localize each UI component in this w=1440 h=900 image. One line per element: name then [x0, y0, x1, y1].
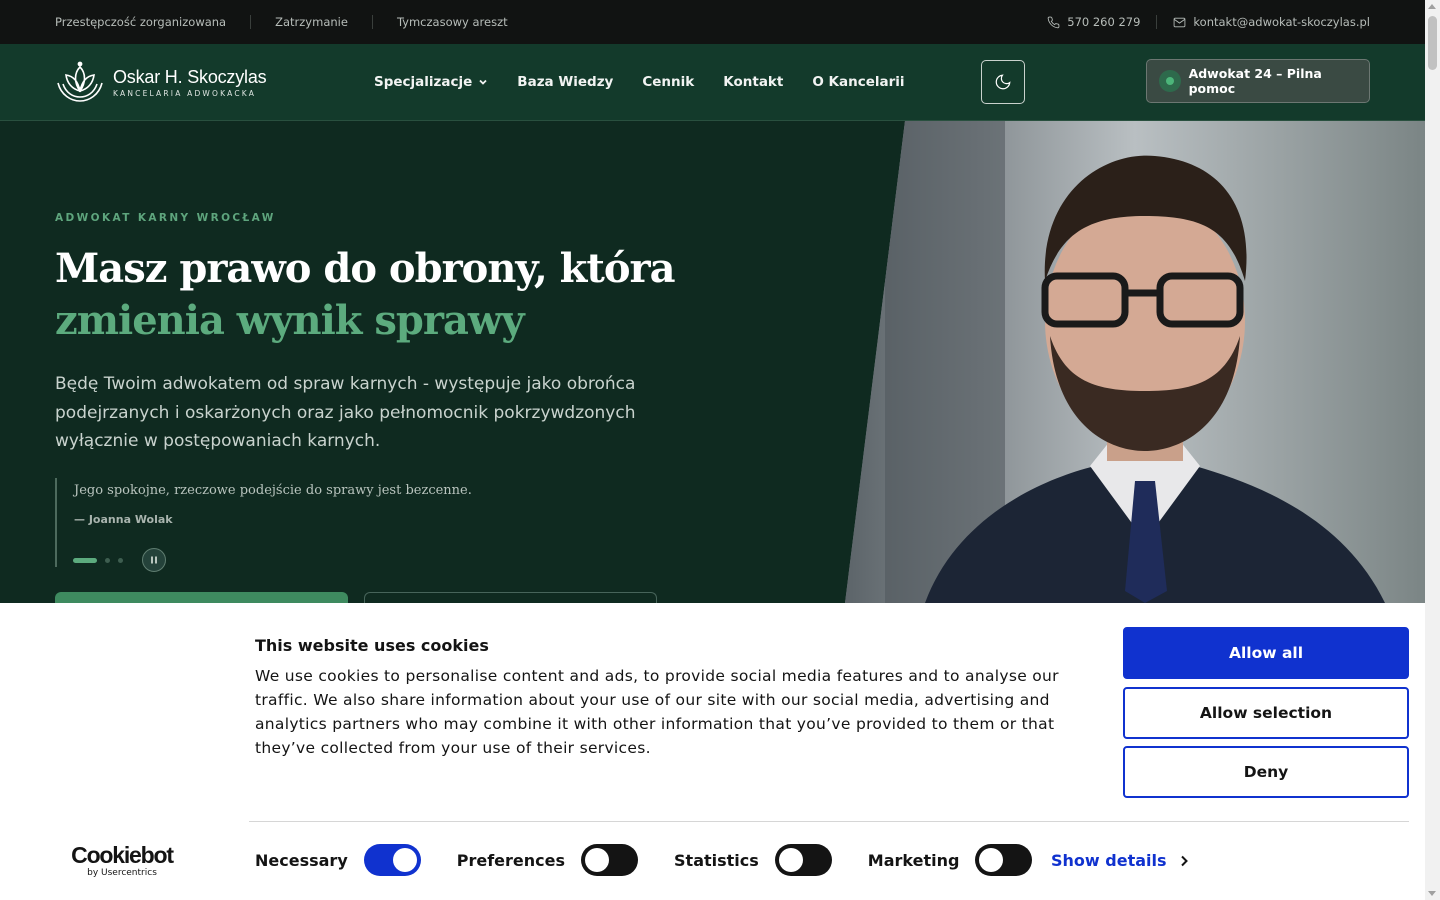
toggle-marketing-switch[interactable]	[975, 844, 1033, 876]
hero-headline: Masz prawo do obrony, która zmienia wyni…	[55, 243, 715, 347]
show-details-link[interactable]: Show details	[1051, 851, 1189, 870]
status-dot-icon	[1159, 70, 1181, 92]
carousel-dot[interactable]	[118, 557, 123, 563]
headline-main: Masz prawo do obrony, która	[55, 245, 676, 292]
cookiebot-brand: Cookiebot	[71, 842, 174, 868]
testimonial-author: — Joanna Wolak	[74, 513, 173, 526]
toggle-necessary: Necessary	[255, 844, 421, 876]
cookie-consent-banner: This website uses cookies We use cookies…	[0, 603, 1425, 900]
nav-cennik[interactable]: Cennik	[642, 74, 694, 90]
chevron-down-icon	[479, 79, 487, 85]
nav-kontakt[interactable]: Kontakt	[723, 74, 783, 90]
topbar-phone[interactable]: 570 260 279	[1047, 15, 1158, 29]
logo-text: Oskar H. Skoczylas KANCELARIA ADWOKACKA	[113, 66, 267, 98]
allow-all-button[interactable]: Allow all	[1123, 627, 1409, 679]
logo-name: Oskar H. Skoczylas	[113, 66, 267, 87]
hero-secondary-cta-button[interactable]	[364, 592, 657, 603]
site-logo[interactable]: Oskar H. Skoczylas KANCELARIA ADWOKACKA	[55, 61, 267, 103]
cookie-divider	[249, 821, 1409, 822]
page-scrollbar[interactable]	[1425, 0, 1440, 900]
toggle-preferences-label: Preferences	[456, 850, 566, 870]
hero-lead: Będę Twoim adwokatem od spraw karnych - …	[55, 374, 636, 451]
toggle-marketing-label: Marketing	[867, 850, 960, 870]
nav-specjalizacje[interactable]: Specjalizacje	[374, 74, 488, 90]
topbar-phone-text: 570 260 279	[1067, 15, 1141, 29]
chevron-right-icon	[1180, 855, 1188, 866]
lawyer-portrait-image	[845, 121, 1425, 603]
cookie-category-toggles: Necessary Preferences Statistics Marketi…	[255, 844, 1068, 876]
hero-eyebrow: ADWOKAT KARNY WROCŁAW	[55, 212, 276, 224]
topbar-links: Przestępczość zorganizowana Zatrzymanie …	[55, 0, 532, 44]
cookie-title: This website uses cookies	[255, 636, 489, 655]
toggle-necessary-switch[interactable]	[363, 844, 421, 876]
scroll-down-arrow-icon[interactable]	[1428, 891, 1436, 896]
toggle-statistics-switch[interactable]	[774, 844, 832, 876]
topbar-link-temporary-arrest[interactable]: Tymczasowy areszt	[371, 15, 532, 29]
nav-baza-wiedzy[interactable]: Baza Wiedzy	[517, 74, 613, 90]
urgent-help-label: Adwokat 24 – Pilna pomoc	[1188, 66, 1322, 96]
topbar-link-detention[interactable]: Zatrzymanie	[250, 15, 372, 29]
toggle-statistics-label: Statistics	[674, 850, 759, 870]
topbar-email-text: kontakt@adwokat-skoczylas.pl	[1193, 15, 1370, 29]
topbar-contacts: 570 260 279 kontakt@adwokat-skoczylas.pl	[1047, 0, 1370, 44]
nav-specjalizacje-label: Specjalizacje	[374, 74, 473, 90]
toggle-preferences: Preferences	[456, 844, 639, 876]
scrollbar-thumb[interactable]	[1428, 16, 1437, 70]
toggle-statistics: Statistics	[674, 844, 832, 876]
mail-icon	[1174, 17, 1186, 27]
show-details-label: Show details	[1051, 851, 1167, 870]
toggle-preferences-switch[interactable]	[581, 844, 639, 876]
carousel-pause-button[interactable]	[142, 548, 166, 572]
cookiebot-brand-sub: by Usercentrics	[87, 868, 157, 878]
urgent-help-button[interactable]: Adwokat 24 – Pilna pomoc	[1146, 59, 1370, 103]
nav-o-kancelarii[interactable]: O Kancelarii	[812, 74, 904, 90]
theme-toggle-button[interactable]	[981, 60, 1025, 104]
moon-icon	[995, 74, 1011, 90]
toggle-marketing: Marketing	[868, 844, 1033, 876]
topbar-email[interactable]: kontakt@adwokat-skoczylas.pl	[1157, 15, 1370, 29]
portrait-illustration	[845, 121, 1425, 603]
hero-section: ADWOKAT KARNY WROCŁAW Masz prawo do obro…	[0, 121, 1425, 603]
deny-button[interactable]: Deny	[1123, 746, 1409, 798]
testimonial-text: Jego spokojne, rzeczowe podejście do spr…	[74, 483, 472, 498]
hero-primary-cta-button[interactable]	[55, 592, 348, 603]
pause-icon	[151, 556, 157, 564]
carousel-dot-active[interactable]	[73, 557, 97, 563]
logo-subtitle: KANCELARIA ADWOKACKA	[113, 88, 257, 98]
lotus-logo-icon	[57, 61, 103, 102]
topbar-link-organized-crime[interactable]: Przestępczość zorganizowana	[55, 15, 250, 29]
cookiebot-logo[interactable]: Cookiebot by Usercentrics	[70, 843, 174, 878]
phone-icon	[1047, 16, 1060, 28]
toggle-necessary-label: Necessary	[255, 850, 348, 870]
headline-accent: zmienia wynik sprawy	[55, 297, 525, 344]
allow-selection-button[interactable]: Allow selection	[1123, 687, 1409, 739]
top-bar: Przestępczość zorganizowana Zatrzymanie …	[0, 0, 1425, 44]
testimonial-carousel-controls	[73, 548, 166, 572]
scroll-up-arrow-icon[interactable]	[1428, 4, 1436, 9]
site-header: Oskar H. Skoczylas KANCELARIA ADWOKACKA …	[0, 44, 1425, 121]
main-nav: Specjalizacje Baza Wiedzy Cennik Kontakt…	[374, 44, 905, 120]
carousel-dot[interactable]	[105, 557, 110, 563]
cookie-body: We use cookies to personalise content an…	[255, 667, 1059, 757]
